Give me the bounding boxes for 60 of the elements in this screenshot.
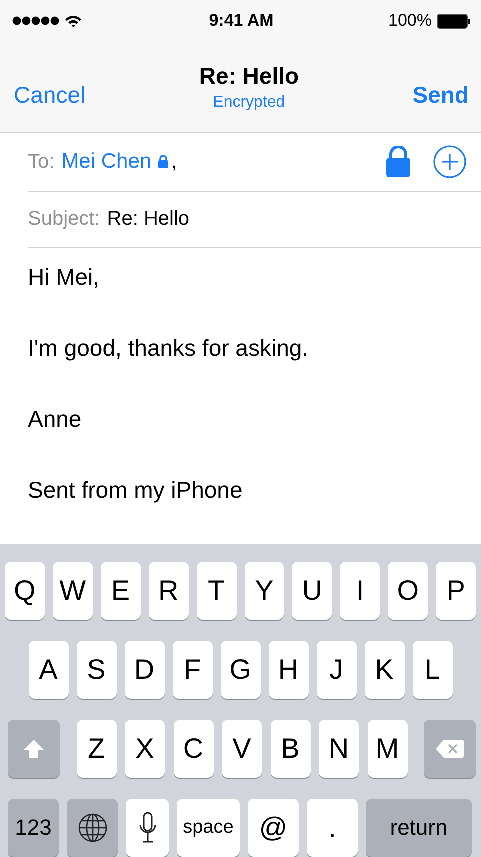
letter-key[interactable]: B (270, 720, 310, 778)
letter-key[interactable]: C (174, 720, 214, 778)
battery-percent: 100% (388, 11, 432, 31)
letter-key[interactable]: R (148, 562, 189, 620)
recipient-token[interactable]: Mei Chen (62, 150, 152, 174)
letter-key[interactable]: S (76, 641, 116, 699)
space-key[interactable]: space (177, 799, 240, 857)
letter-key[interactable]: F (172, 641, 212, 699)
message-paragraph: Sent from my iPhone (28, 476, 244, 505)
message-paragraph: Hi Mei, (28, 263, 101, 292)
shift-arrow-icon (23, 739, 45, 759)
shift-key[interactable] (8, 720, 60, 778)
return-key[interactable]: return (366, 799, 472, 857)
signal-icon (12, 16, 60, 26)
letter-key[interactable]: K (364, 641, 404, 699)
nav-title: Re: Hello (199, 62, 300, 90)
lock-icon (158, 155, 169, 170)
letter-key[interactable]: X (125, 720, 165, 778)
subject-label: Subject: (28, 208, 100, 232)
send-button[interactable]: Send (412, 82, 469, 108)
symbol-key[interactable]: @ (248, 799, 299, 857)
dictation-key[interactable] (126, 799, 169, 857)
recipient-separator: , (172, 150, 178, 174)
letter-key[interactable]: E (100, 562, 141, 620)
delete-key[interactable] (424, 720, 476, 778)
letter-key[interactable]: Q (4, 562, 45, 620)
letter-key[interactable]: P (436, 562, 476, 620)
letter-key[interactable]: W (52, 562, 93, 620)
globe-key[interactable] (67, 799, 118, 857)
globe-icon (78, 813, 108, 843)
letter-key[interactable]: N (319, 720, 359, 778)
symbol-key[interactable]: . (307, 799, 358, 857)
wifi-icon (65, 14, 82, 28)
letter-key[interactable]: H (268, 641, 308, 699)
letter-key[interactable]: I (340, 562, 380, 620)
letter-key[interactable]: G (220, 641, 260, 699)
microphone-icon (138, 812, 156, 844)
letter-key[interactable]: M (368, 720, 408, 778)
letter-key[interactable]: T (196, 562, 236, 620)
cancel-button[interactable]: Cancel (14, 82, 86, 108)
letter-key[interactable]: V (222, 720, 262, 778)
letter-key[interactable]: L (412, 641, 452, 699)
letter-key[interactable]: J (316, 641, 356, 699)
letter-key[interactable]: D (124, 641, 164, 699)
letter-key[interactable]: Z (76, 720, 116, 778)
battery-icon (437, 14, 471, 28)
lock-icon[interactable] (386, 146, 411, 178)
status-time: 9:41 AM (209, 11, 274, 31)
add-contact-icon[interactable] (433, 145, 467, 180)
letter-key[interactable]: O (388, 562, 428, 620)
subject-field[interactable]: Re: Hello (107, 208, 190, 232)
backspace-icon (435, 739, 465, 759)
encrypted-label: Encrypted (213, 94, 286, 112)
letter-key[interactable]: A (28, 641, 68, 699)
numbers-key[interactable]: 123 (8, 799, 59, 857)
message-paragraph: Anne (28, 405, 83, 434)
letter-key[interactable]: U (292, 562, 332, 620)
to-label: To: (28, 150, 55, 174)
letter-key[interactable]: Y (244, 562, 284, 620)
message-paragraph: I'm good, thanks for asking. (28, 334, 310, 363)
